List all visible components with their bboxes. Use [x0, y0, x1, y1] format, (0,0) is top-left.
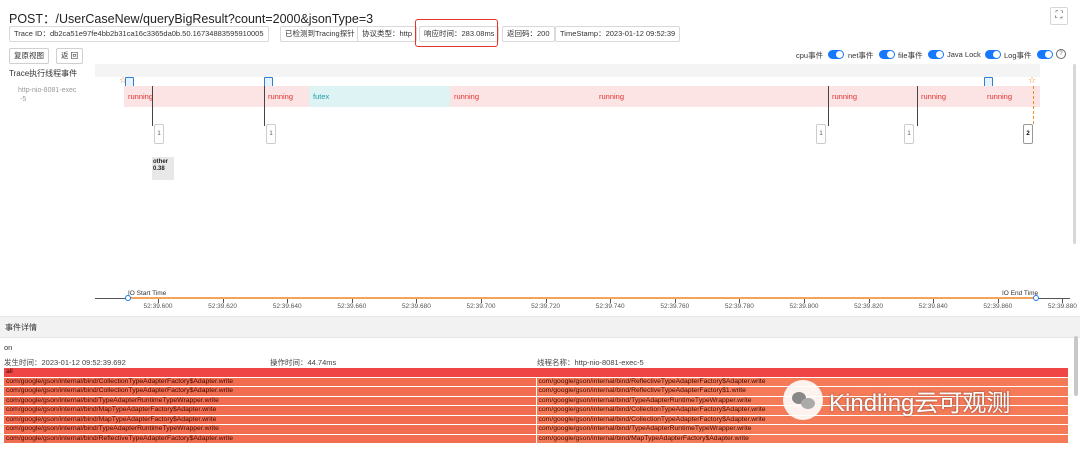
toggle-label-log: Log事件: [1004, 51, 1032, 60]
flame-frame[interactable]: com/google/gson/internal/bind/Collection…: [4, 387, 536, 396]
axis-tick-label: 52:39.780: [724, 303, 754, 310]
protocol-badge: 协议类型：http: [357, 26, 418, 42]
flame-frame[interactable]: com/google/gson/internal/bind/MapTypeAda…: [4, 415, 536, 424]
event-type: on: [4, 343, 13, 352]
operation-time: 操作时间：44.74ms: [270, 358, 337, 367]
axis-tick-label: 52:39.600: [143, 303, 173, 310]
flame-row[interactable]: com/google/gson/internal/bind/TypeAdapte…: [4, 425, 1068, 435]
flame-frame[interactable]: com/google/gson/internal/bind/TypeAdapte…: [4, 425, 536, 434]
star-icon[interactable]: ☆: [1028, 76, 1036, 85]
toggle-label-cpu: cpu事件: [796, 51, 824, 60]
axis-tick-label: 52:39.740: [595, 303, 625, 310]
segment-running[interactable]: running: [828, 86, 917, 107]
trace-panel-title: Trace执行线程事件: [9, 69, 78, 78]
event-line: [264, 86, 265, 126]
flame-frame[interactable]: com/google/gson/internal/bind/MapTypeAda…: [535, 434, 1068, 443]
segment-running[interactable]: running: [124, 86, 264, 107]
event-marker[interactable]: 1: [154, 124, 164, 144]
trace-id-badge: Trace ID：db2ca51e97fe4bb2b31ca16c3365da0…: [9, 26, 269, 42]
detail-scrollbar[interactable]: [1074, 336, 1078, 396]
event-line: [152, 86, 153, 126]
occur-time: 发生时间：2023-01-12 09:52:39.692: [4, 358, 126, 367]
toggle-label-net: net事件: [848, 51, 874, 60]
timestamp-badge: TimeStamp：2023-01-12 09:52:39: [555, 26, 681, 42]
flame-frame[interactable]: com/google/gson/internal/bind/Reflective…: [4, 434, 536, 443]
flame-frame[interactable]: com/google/gson/internal/bind/TypeAdapte…: [535, 425, 1068, 434]
event-detail-title: 事件详情: [5, 323, 37, 332]
axis-tick-label: 52:39.860: [983, 303, 1013, 310]
watermark: Kindling云可观测: [783, 380, 1010, 420]
tracing-detected-badge: 已检测到Tracing探针: [280, 26, 360, 42]
axis-tick-label: 52:39.760: [660, 303, 690, 310]
thread-name-detail: 线程名称：http-nio-8081-exec-5: [537, 358, 644, 367]
thread-name: http-nio-8081-exec -5: [18, 87, 77, 103]
axis-tick-label: 52:39.640: [272, 303, 302, 310]
axis-tick-label: 52:39.840: [918, 303, 948, 310]
toggle-log[interactable]: [1037, 50, 1053, 59]
event-line: [828, 86, 829, 126]
axis-tick-label: 52:39.820: [854, 303, 884, 310]
event-marker[interactable]: 2: [1023, 124, 1033, 144]
watermark-text: Kindling云可观测: [829, 389, 1011, 417]
event-marker[interactable]: 1: [266, 124, 276, 144]
flame-row[interactable]: com/google/gson/internal/bind/Reflective…: [4, 434, 1068, 444]
io-range-bar: [127, 297, 1036, 299]
other-tooltip: other 0.38: [152, 157, 174, 180]
trace-track-background: [95, 64, 1040, 77]
segment-running[interactable]: running: [917, 86, 983, 107]
segment-running[interactable]: running: [264, 86, 309, 107]
flame-frame[interactable]: com/google/gson/internal/bind/MapTypeAda…: [4, 406, 536, 415]
io-start-handle[interactable]: [125, 295, 131, 301]
response-time-highlight: [415, 19, 498, 47]
back-button[interactable]: 返 回: [56, 48, 84, 64]
toggle-file[interactable]: [928, 50, 944, 59]
io-start-label: IO Start Time: [128, 290, 167, 297]
event-line-dashed: [1033, 86, 1034, 124]
toggle-net[interactable]: [879, 50, 895, 59]
event-line: [917, 86, 918, 126]
axis-tick-label: 52:39.700: [466, 303, 496, 310]
wechat-icon: [783, 380, 823, 420]
axis-tick-label: 52:39.660: [337, 303, 367, 310]
page-title: POST：/UserCaseNew/queryBigResult?count=2…: [9, 12, 374, 26]
segment-running[interactable]: running: [450, 86, 595, 107]
help-icon[interactable]: ?: [1056, 49, 1066, 59]
toggle-java-lock[interactable]: [985, 50, 1001, 59]
axis-tick-label: 52:39.620: [208, 303, 238, 310]
flame-row-root[interactable]: all: [4, 368, 1068, 378]
event-marker[interactable]: 1: [816, 124, 826, 144]
axis-tick-label: 52:39.800: [789, 303, 819, 310]
section-divider: [0, 316, 1080, 338]
axis-tick-label: 52:39.880: [1047, 303, 1077, 310]
toggle-cpu[interactable]: [828, 50, 844, 59]
event-marker[interactable]: 1: [904, 124, 914, 144]
segment-running[interactable]: running: [595, 86, 828, 107]
flame-frame[interactable]: com/google/gson/internal/bind/Collection…: [4, 377, 536, 386]
io-end-handle[interactable]: [1033, 295, 1039, 301]
trace-scrollbar[interactable]: [1073, 64, 1076, 244]
reset-view-button[interactable]: 复原视图: [9, 48, 49, 64]
toggle-label-java-lock: Java Lock: [947, 50, 981, 59]
axis-tick-label: 52:39.720: [531, 303, 561, 310]
axis-tick-label: 52:39.680: [401, 303, 431, 310]
segment-futex[interactable]: futex: [309, 86, 450, 107]
flame-frame[interactable]: com/google/gson/internal/bind/TypeAdapte…: [4, 396, 536, 405]
fullscreen-icon[interactable]: ⛶: [1050, 7, 1068, 25]
return-code-badge: 返回码：200: [502, 26, 555, 42]
toggle-label-file: file事件: [898, 51, 923, 60]
segment-running[interactable]: running: [983, 86, 1040, 107]
